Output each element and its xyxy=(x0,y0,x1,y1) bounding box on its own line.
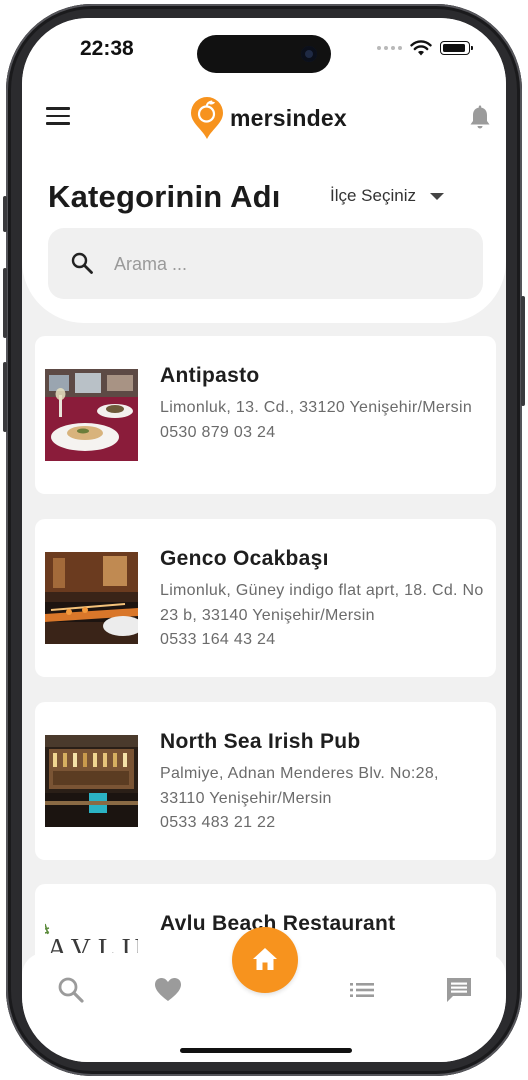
list-icon[interactable] xyxy=(347,975,377,1005)
listing-card[interactable]: North Sea Irish Pub Palmiye, Adnan Mende… xyxy=(35,702,496,860)
dynamic-island xyxy=(197,35,331,73)
volume-down-button xyxy=(3,362,7,432)
signal-icon xyxy=(377,46,402,50)
notification-bell-icon[interactable] xyxy=(468,105,492,131)
listing-details: Palmiye, Adnan Menderes Blv. No:28, 3311… xyxy=(160,762,485,836)
brand-name: mersindex xyxy=(230,104,347,131)
district-dropdown[interactable]: İlçe Seçiniz xyxy=(330,186,444,206)
search-input[interactable] xyxy=(112,246,456,282)
listing-photo xyxy=(45,735,138,827)
listing-phone[interactable]: 0533 483 21 22 xyxy=(160,811,485,836)
app-screen: 22:38 mersindex Kategorinin Adı İlçe Seç… xyxy=(22,18,506,1062)
listing-details: Limonluk, 13. Cd., 33120 Yenişehir/Mersi… xyxy=(160,396,485,445)
listing-address: Limonluk, Güney indigo flat aprt, 18. Cd… xyxy=(160,582,484,624)
listing-phone[interactable]: 0530 879 03 24 xyxy=(160,421,485,446)
heart-icon[interactable] xyxy=(153,975,183,1005)
status-bar: 22:38 xyxy=(22,18,506,78)
app-bar: mersindex xyxy=(22,93,506,143)
status-time: 22:38 xyxy=(80,37,134,60)
action-button xyxy=(3,196,7,232)
listing-details: Limonluk, Güney indigo flat aprt, 18. Cd… xyxy=(160,579,485,653)
power-button xyxy=(521,296,525,406)
caret-down-icon xyxy=(429,192,444,200)
page-title: Kategorinin Adı xyxy=(48,179,281,214)
listing-address: Limonluk, 13. Cd., 33120 Yenişehir/Mersi… xyxy=(160,399,473,416)
home-indicator xyxy=(180,1048,352,1053)
listing-name: Antipasto xyxy=(160,364,260,387)
chat-icon[interactable] xyxy=(444,975,474,1005)
home-button[interactable] xyxy=(232,927,298,993)
menu-icon[interactable] xyxy=(46,107,70,125)
listing-name: Genco Ocakbaşı xyxy=(160,547,329,570)
listing-name: North Sea Irish Pub xyxy=(160,730,361,753)
wifi-icon xyxy=(410,40,432,56)
status-icons xyxy=(377,40,473,56)
brand-logo: mersindex xyxy=(190,96,347,140)
listing-card[interactable]: Antipasto Limonluk, 13. Cd., 33120 Yeniş… xyxy=(35,336,496,494)
home-icon xyxy=(253,948,277,970)
camera-icon xyxy=(301,46,317,62)
search-icon[interactable] xyxy=(56,975,86,1005)
search-bar[interactable] xyxy=(48,228,483,299)
listing-card[interactable]: Genco Ocakbaşı Limonluk, Güney indigo fl… xyxy=(35,519,496,677)
volume-up-button xyxy=(3,268,7,338)
district-dropdown-label: İlçe Seçiniz xyxy=(330,186,416,205)
listing-phone[interactable]: 0533 164 43 24 xyxy=(160,628,485,653)
listing-photo xyxy=(45,552,138,644)
listing-photo xyxy=(45,369,138,461)
battery-icon xyxy=(440,41,473,55)
orange-pin-icon xyxy=(191,97,223,139)
search-icon xyxy=(71,252,93,274)
listing-address: Palmiye, Adnan Menderes Blv. No:28, 3311… xyxy=(160,765,439,807)
